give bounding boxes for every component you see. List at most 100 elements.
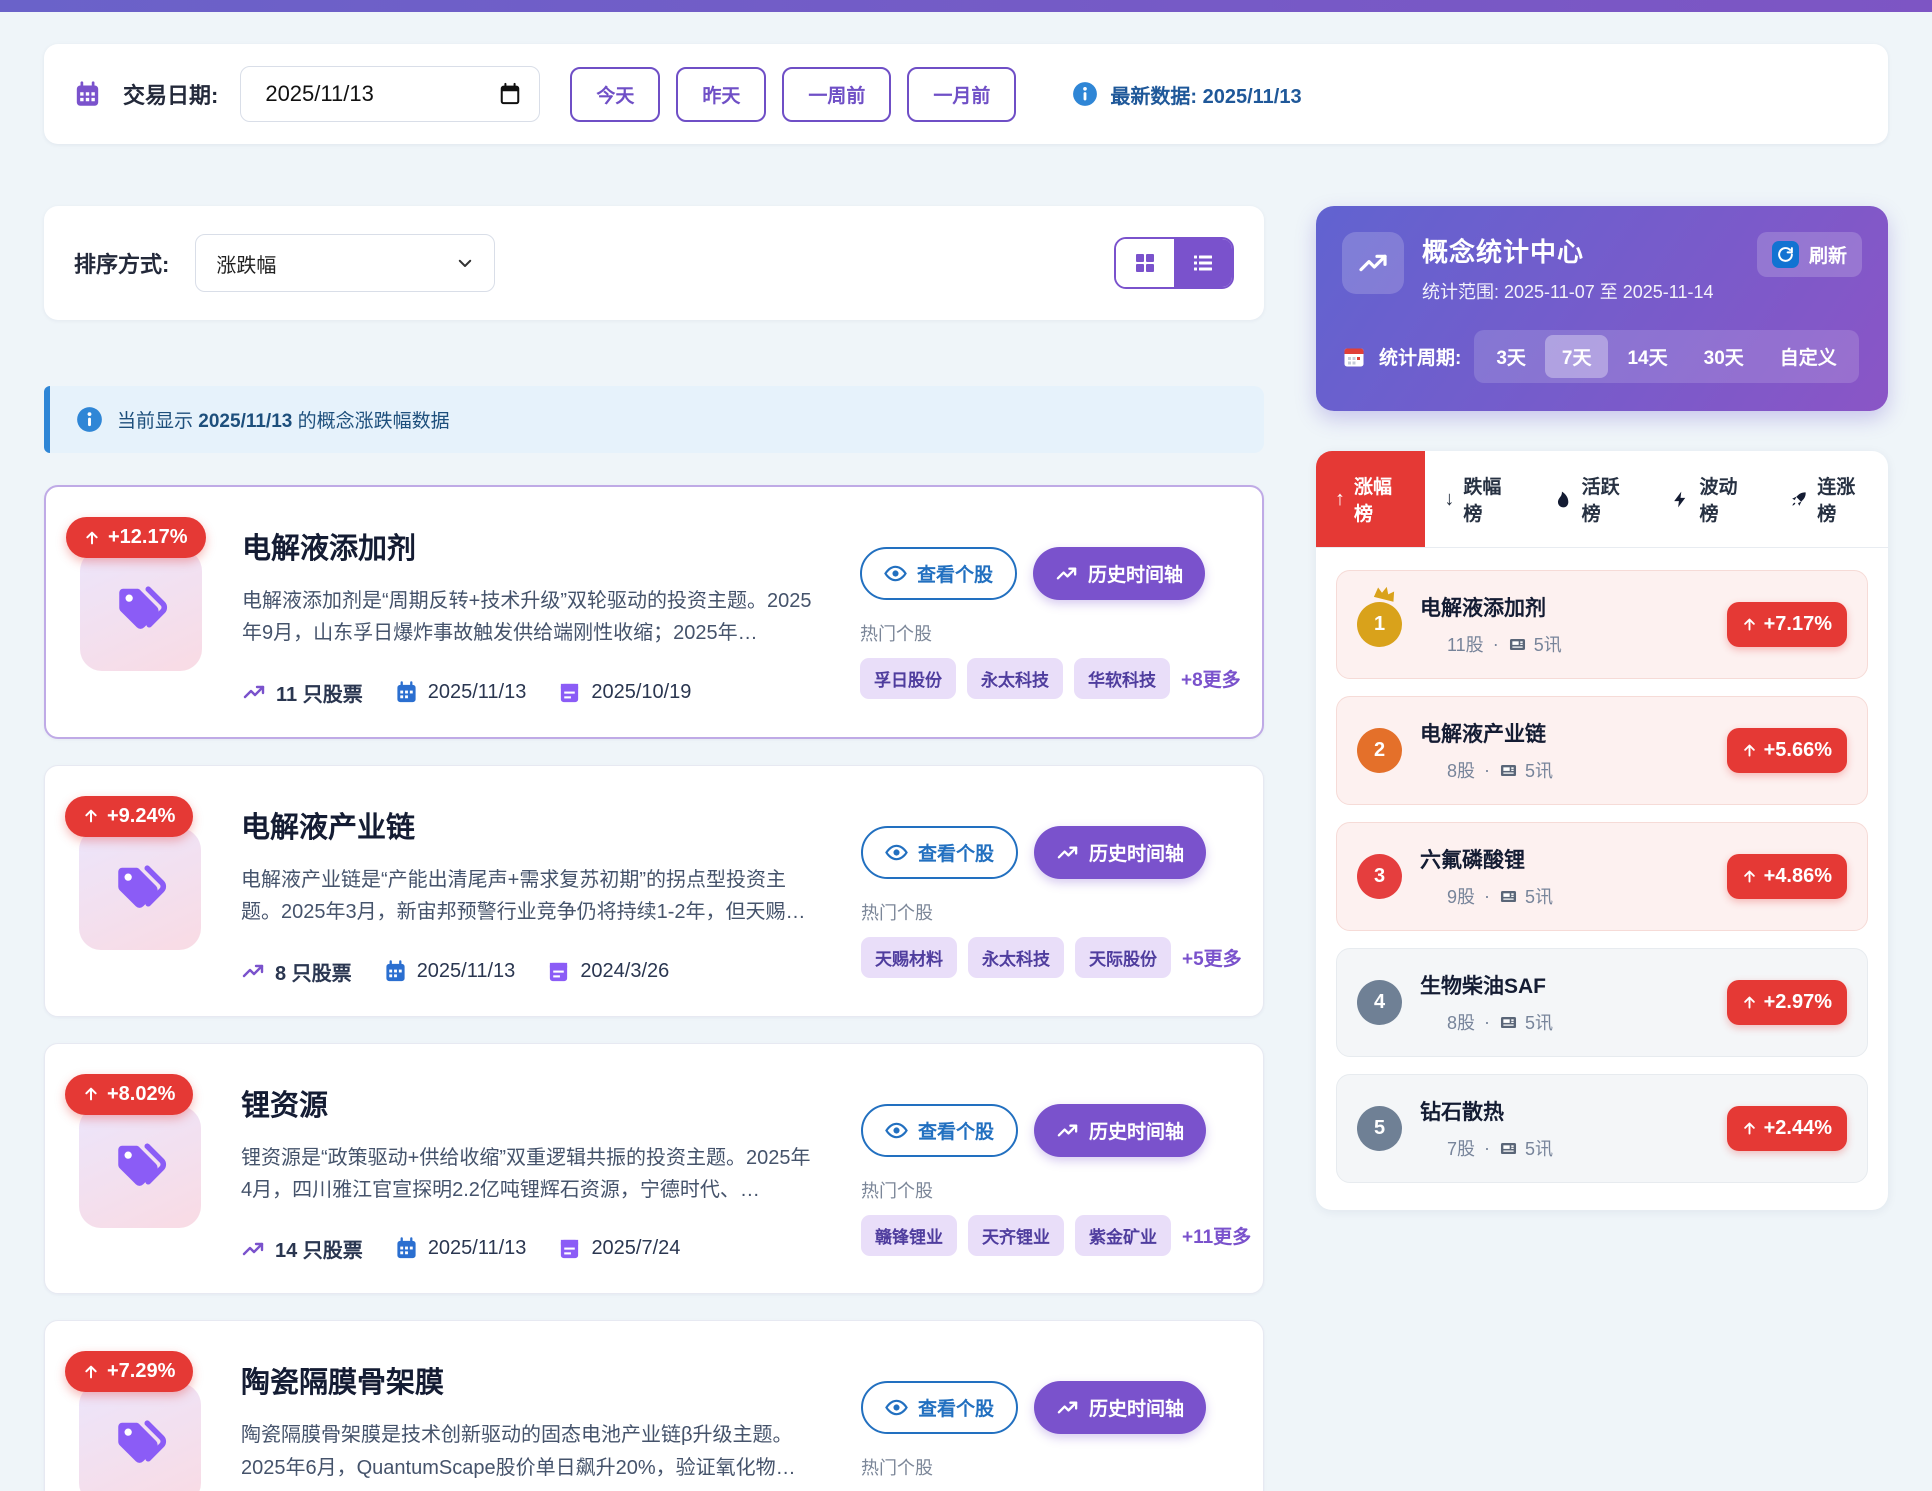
view-stocks-button[interactable]: 查看个股 <box>861 826 1018 879</box>
stock-tag[interactable]: 华软科技 <box>1074 658 1170 699</box>
period-7d-button[interactable]: 7天 <box>1545 335 1609 378</box>
tags-icon <box>111 1415 169 1473</box>
stock-tag[interactable]: 永太科技 <box>967 658 1063 699</box>
history-timeline-button[interactable]: 历史时间轴 <box>1034 1104 1206 1157</box>
concept-card-actions: 查看个股 历史时间轴 热门个股 孚日股份 永太科技 华软科技 +8更多 <box>860 521 1228 707</box>
rank-info: 电解液产业链 8股 · 5讯 <box>1420 718 1709 783</box>
date-picker-icon[interactable] <box>499 82 521 106</box>
rank-stocks: 8股 <box>1420 757 1475 783</box>
calendar-icon <box>74 81 101 108</box>
ranking-item[interactable]: 1 电解液添加剂 11股 · <box>1336 570 1868 679</box>
stock-tag[interactable]: 孚日股份 <box>860 658 956 699</box>
news-icon <box>1499 1013 1518 1032</box>
sort-select[interactable]: 涨跌幅 <box>195 234 495 292</box>
tab-gainers[interactable]: ↑ 涨幅榜 <box>1316 451 1425 547</box>
crown-icon <box>1372 583 1398 606</box>
trade-date-label: 交易日期: <box>123 78 218 110</box>
concept-stats: 8 只股票 2025/11/13 <box>241 957 821 986</box>
rank-news: 5讯 <box>1499 883 1553 909</box>
update-date-stat: 2025/11/13 <box>395 681 527 704</box>
tab-volatility[interactable]: 波动榜 <box>1652 451 1770 547</box>
concept-description: 电解液产业链是“产能出清尾声+需求复苏初期”的拐点型投资主题。2025年3月，新… <box>241 864 821 929</box>
more-tags-link[interactable]: +11更多 <box>1182 1222 1251 1249</box>
view-stocks-button[interactable]: 查看个股 <box>860 547 1017 600</box>
latest-data-text: 最新数据: 2025/11/13 <box>1110 80 1301 109</box>
change-badge: +12.17% <box>66 517 206 558</box>
up-arrow-icon <box>1742 616 1757 633</box>
rank-number-badge: 5 <box>1357 1106 1402 1151</box>
ranking-item[interactable]: 3 六氟磷酸锂 9股 · <box>1336 822 1868 931</box>
view-stocks-button[interactable]: 查看个股 <box>861 1104 1018 1157</box>
tab-active[interactable]: 活跃榜 <box>1535 451 1653 547</box>
ranking-item[interactable]: 4 生物柴油SAF 8股 · <box>1336 948 1868 1057</box>
list-view-button[interactable] <box>1174 239 1232 287</box>
concept-icon-area: +7.29% <box>79 1383 201 1491</box>
concept-card-body: 陶瓷隔膜骨架膜 陶瓷隔膜骨架膜是技术创新驱动的固态电池产业链β升级主题。2025… <box>241 1355 821 1491</box>
concept-title: 锂资源 <box>241 1082 821 1124</box>
rank-info: 电解液添加剂 11股 · 5讯 <box>1420 592 1709 657</box>
change-value: +9.24% <box>107 805 175 828</box>
chevron-down-icon <box>456 254 474 272</box>
change-value: +12.17% <box>108 526 188 549</box>
period-30d-button[interactable]: 30天 <box>1687 335 1761 378</box>
rank-concept-title: 生物柴油SAF <box>1420 970 1709 1000</box>
grid-view-button[interactable] <box>1116 239 1174 287</box>
stock-tag[interactable]: 赣锋锂业 <box>861 1215 957 1256</box>
trade-date-input[interactable]: 2025/11/13 <box>240 66 540 122</box>
history-timeline-button[interactable]: 历史时间轴 <box>1034 1381 1206 1434</box>
down-arrow-icon: ↓ <box>1444 488 1454 511</box>
stock-tag[interactable]: 天齐锂业 <box>968 1215 1064 1256</box>
period-3d-button[interactable]: 3天 <box>1479 335 1543 378</box>
hot-stocks-label: 热门个股 <box>861 899 1229 925</box>
concept-card-body: 锂资源 锂资源是“政策驱动+供给收缩”双重逻辑共振的投资主题。2025年4月，四… <box>241 1078 821 1264</box>
hot-stocks-label: 热门个股 <box>860 620 1228 646</box>
quick-week-ago-button[interactable]: 一周前 <box>782 67 891 122</box>
tab-losers[interactable]: ↓ 跌幅榜 <box>1425 451 1534 547</box>
tag-icon-box <box>79 1383 201 1491</box>
flame-icon <box>1554 490 1573 509</box>
change-badge: +7.29% <box>65 1351 193 1392</box>
eye-icon <box>885 1396 908 1419</box>
history-timeline-button[interactable]: 历史时间轴 <box>1033 547 1205 600</box>
rank-concept-title: 六氟磷酸锂 <box>1420 844 1709 874</box>
period-custom-button[interactable]: 自定义 <box>1763 335 1854 378</box>
sort-label: 排序方式: <box>74 247 169 279</box>
chart-icon <box>1420 886 1440 906</box>
period-label: 统计周期: <box>1379 343 1461 370</box>
period-14d-button[interactable]: 14天 <box>1610 335 1684 378</box>
view-toggle <box>1114 237 1234 289</box>
quick-month-ago-button[interactable]: 一月前 <box>907 67 1016 122</box>
more-tags-link[interactable]: +8更多 <box>1181 665 1241 692</box>
refresh-button[interactable]: 刷新 <box>1757 232 1862 277</box>
quick-today-button[interactable]: 今天 <box>570 67 660 122</box>
rank-news: 5讯 <box>1499 757 1553 783</box>
more-tags-link[interactable]: +5更多 <box>1182 944 1242 971</box>
right-column: 概念统计中心 统计范围: 2025-11-07 至 2025-11-14 刷新 <box>1316 206 1888 1210</box>
ranking-list: 1 电解液添加剂 11股 · <box>1316 548 1888 1210</box>
concept-card-body: 电解液产业链 电解液产业链是“产能出清尾声+需求复苏初期”的拐点型投资主题。20… <box>241 800 821 986</box>
view-stocks-button[interactable]: 查看个股 <box>861 1381 1018 1434</box>
ranking-item[interactable]: 5 钻石散热 7股 · 5 <box>1336 1074 1868 1183</box>
chart-icon <box>1420 1138 1440 1158</box>
concept-title: 电解液产业链 <box>241 804 821 846</box>
eye-icon <box>885 841 908 864</box>
update-date-stat: 2025/11/13 <box>384 960 516 983</box>
tag-icon-box <box>79 828 201 950</box>
stock-tag[interactable]: 永太科技 <box>968 937 1064 978</box>
quick-date-buttons: 今天 昨天 一周前 一月前 <box>570 67 1016 122</box>
calendar-note-icon <box>547 960 570 983</box>
hot-stocks-label: 热门个股 <box>861 1177 1229 1203</box>
history-timeline-button[interactable]: 历史时间轴 <box>1034 826 1206 879</box>
rank-info: 生物柴油SAF 8股 · 5讯 <box>1420 970 1709 1035</box>
change-value: +8.02% <box>107 1083 175 1106</box>
stock-tag[interactable]: 紫金矿业 <box>1075 1215 1171 1256</box>
tab-streak[interactable]: 连涨榜 <box>1770 451 1888 547</box>
quick-yesterday-button[interactable]: 昨天 <box>676 67 766 122</box>
concept-title: 陶瓷隔膜骨架膜 <box>241 1359 821 1401</box>
change-badge: +8.02% <box>65 1074 193 1115</box>
page-container: 交易日期: 2025/11/13 今天 昨天 一周前 一月前 最新数据: 202… <box>0 12 1932 1491</box>
stock-tag[interactable]: 天际股份 <box>1075 937 1171 978</box>
stock-tag[interactable]: 天赐材料 <box>861 937 957 978</box>
ranking-item[interactable]: 2 电解液产业链 8股 · <box>1336 696 1868 805</box>
up-arrow-icon <box>1742 994 1757 1011</box>
